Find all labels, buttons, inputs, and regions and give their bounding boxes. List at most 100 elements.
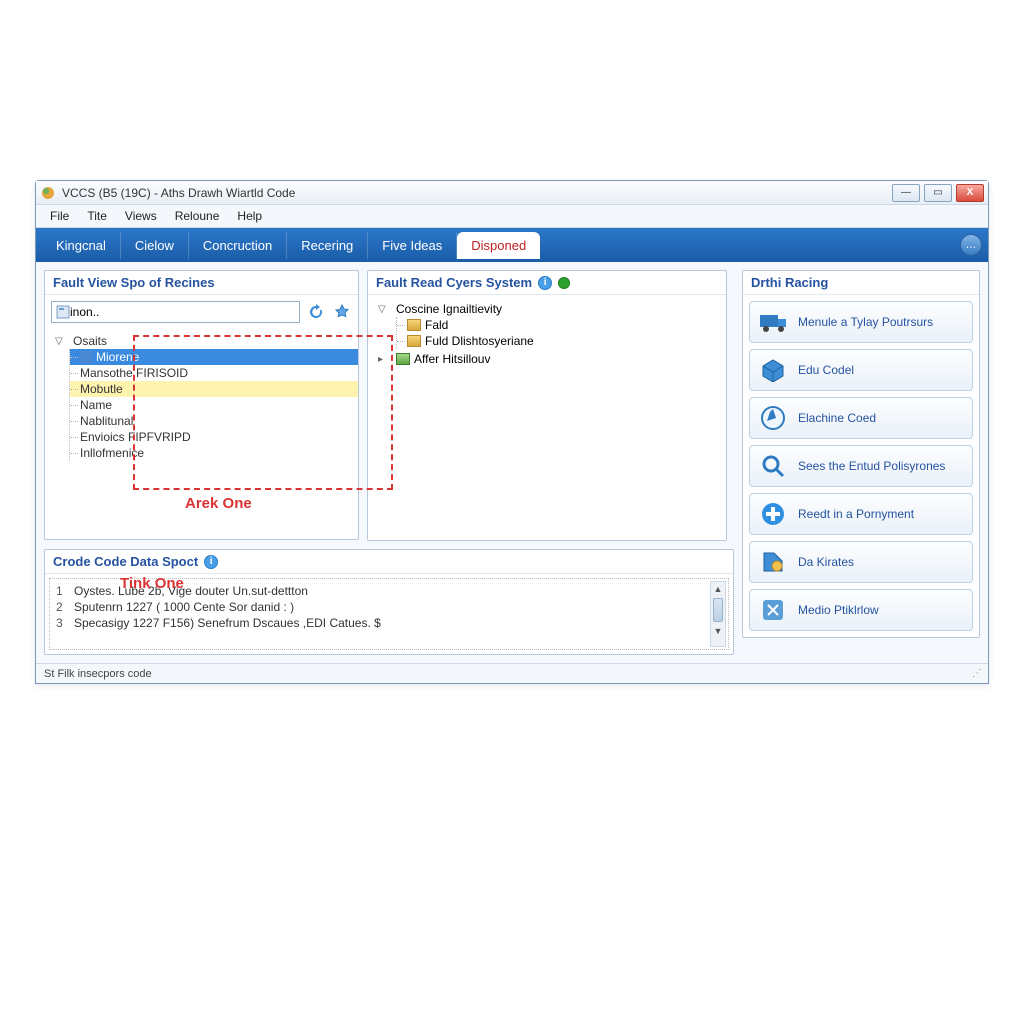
mid-tree: ▽ Coscine Ignailtievity Fald	[368, 295, 726, 540]
module-icon	[396, 353, 410, 365]
mid-sibling-node[interactable]: ▸ Affer Hitsillouv	[374, 351, 720, 367]
tree-node[interactable]: Envioics FIPFVRIPD	[70, 429, 358, 445]
tree-node[interactable]: Mansothe FIRISOID	[70, 365, 358, 381]
titlebar: VCCS (B5 (19C) - Aths Drawh Wiartld Code…	[36, 181, 988, 205]
log-panel-header: Crode Code Data Spoct i	[45, 550, 733, 574]
tab-disponed[interactable]: Disponed	[457, 232, 540, 259]
kite-icon	[758, 548, 788, 576]
right-panel: Drthi Racing Menule a Tylay Poutrsurs Ed…	[742, 270, 980, 638]
log-line-number: 3	[56, 616, 68, 630]
menubar: File Tite Views Reloune Help	[36, 205, 988, 228]
tree-node[interactable]: Nablitunal	[70, 413, 358, 429]
log-row: 2 Sputenrn 1227 ( 1000 Cente Sor danid :…	[56, 599, 704, 615]
app-icon	[40, 185, 56, 201]
mid-root-node[interactable]: ▽ Coscine Ignailtievity	[374, 301, 720, 317]
menu-help[interactable]: Help	[229, 207, 270, 225]
mid-sibling-label: Affer Hitsillouv	[414, 352, 490, 366]
close-button[interactable]: X	[956, 184, 984, 202]
right-panel-title: Drthi Racing	[751, 275, 828, 290]
left-panel: Fault View Spo of Recines	[44, 270, 359, 540]
log-line-text: Sputenrn 1227 ( 1000 Cente Sor danid : )	[74, 600, 294, 614]
side-btn-medio[interactable]: Medio Ptiklrlow	[749, 589, 973, 631]
tree-root-node[interactable]: ▽ Osaits	[51, 333, 358, 349]
tab-cielow[interactable]: Cielow	[121, 232, 189, 259]
info-icon[interactable]: i	[538, 276, 552, 290]
search-box[interactable]	[51, 301, 300, 323]
resize-grip-icon[interactable]: ⋰	[972, 668, 980, 679]
tab-concruction[interactable]: Concruction	[189, 232, 287, 259]
app-window: VCCS (B5 (19C) - Aths Drawh Wiartld Code…	[35, 180, 989, 684]
side-btn-label: Reedt in a Pornyment	[798, 507, 914, 521]
mid-tree-node[interactable]: Fuld Dlishtosyeriane	[397, 333, 720, 349]
vertical-scrollbar[interactable]: ▲ ▼	[710, 581, 726, 647]
compass-icon	[758, 404, 788, 432]
plus-circle-icon	[758, 500, 788, 528]
menu-file[interactable]: File	[42, 207, 77, 225]
scroll-up-icon[interactable]: ▲	[711, 582, 725, 596]
document-icon	[407, 335, 421, 347]
side-btn-menule[interactable]: Menule a Tylay Poutrsurs	[749, 301, 973, 343]
side-btn-kirates[interactable]: Da Kirates	[749, 541, 973, 583]
expand-icon[interactable]: ▸	[378, 354, 388, 365]
left-tree: ▽ Osaits Miorene Mansothe FIRI	[45, 329, 358, 539]
chevron-right-icon: …	[966, 239, 977, 251]
log-line-number: 2	[56, 600, 68, 614]
mid-panel-header: Fault Read Cyers System i	[368, 271, 726, 295]
side-btn-label: Da Kirates	[798, 555, 854, 569]
tree-node-label: Miorene	[96, 350, 139, 364]
scroll-down-icon[interactable]: ▼	[711, 624, 725, 638]
side-btn-label: Sees the Entud Polisyrones	[798, 459, 945, 473]
content-area: Fault View Spo of Recines	[36, 262, 988, 663]
tab-five-ideas[interactable]: Five Ideas	[368, 232, 457, 259]
scroll-thumb[interactable]	[713, 598, 723, 622]
minimize-button[interactable]: —	[892, 184, 920, 202]
tools-icon	[758, 596, 788, 624]
tree-node[interactable]: Name	[70, 397, 358, 413]
log-line-number: 1	[56, 584, 68, 598]
side-btn-elachine[interactable]: Elachine Coed	[749, 397, 973, 439]
log-panel: Crode Code Data Spoct i Tink One 1 Oyste…	[44, 549, 734, 655]
window-title: VCCS (B5 (19C) - Aths Drawh Wiartld Code	[62, 186, 892, 200]
log-line-text: Oystes. Lube 2b, Vige douter Un.sut-dett…	[74, 584, 308, 598]
info-icon[interactable]: i	[204, 555, 218, 569]
record-icon[interactable]	[558, 277, 570, 289]
side-btn-reedt[interactable]: Reedt in a Pornyment	[749, 493, 973, 535]
log-body: Tink One 1 Oystes. Lube 2b, Vige douter …	[49, 578, 729, 650]
right-panel-header: Drthi Racing	[743, 271, 979, 295]
tree-node[interactable]: Inllofmenice	[70, 445, 358, 461]
menu-tite[interactable]: Tite	[79, 207, 115, 225]
document-icon	[407, 319, 421, 331]
statusbar: St Filk insecpors code ⋰	[36, 663, 988, 683]
mid-panel-title: Fault Read Cyers System	[376, 275, 532, 290]
right-panel-body: Menule a Tylay Poutrsurs Edu Codel Elach…	[743, 295, 979, 637]
maximize-button[interactable]: ▭	[924, 184, 952, 202]
tree-node[interactable]: Miorene	[70, 349, 358, 365]
tab-recering[interactable]: Recering	[287, 232, 368, 259]
side-btn-sees[interactable]: Sees the Entud Polisyrones	[749, 445, 973, 487]
collapse-icon[interactable]: ▽	[55, 336, 65, 347]
side-btn-edu-codel[interactable]: Edu Codel	[749, 349, 973, 391]
menu-views[interactable]: Views	[117, 207, 165, 225]
refresh-icon[interactable]	[306, 302, 326, 322]
truck-icon	[758, 308, 788, 336]
window-controls: — ▭ X	[892, 184, 984, 202]
side-btn-label: Elachine Coed	[798, 411, 876, 425]
status-text: St Filk insecpors code	[44, 668, 152, 680]
tab-kingcnal[interactable]: Kingcnal	[42, 232, 121, 259]
mid-panel: Fault Read Cyers System i ▽ Coscine Igna…	[367, 270, 727, 541]
tree-node-label: Mobutle	[80, 382, 123, 396]
star-icon[interactable]	[332, 302, 352, 322]
collapse-icon[interactable]: ▽	[378, 304, 388, 315]
mid-node-label: Fald	[425, 318, 448, 332]
side-btn-label: Medio Ptiklrlow	[798, 603, 879, 617]
tabbar-chevron-button[interactable]: …	[960, 234, 982, 256]
annotation-tink-one: Tink One	[120, 575, 184, 592]
search-input[interactable]	[70, 305, 295, 319]
search-icon	[758, 452, 788, 480]
tree-node-label: Mansothe FIRISOID	[80, 366, 188, 380]
form-icon	[56, 305, 70, 319]
left-panel-header: Fault View Spo of Recines	[45, 271, 358, 295]
mid-tree-node[interactable]: Fald	[397, 317, 720, 333]
menu-reloune[interactable]: Reloune	[167, 207, 228, 225]
tree-node[interactable]: Mobutle	[70, 381, 358, 397]
